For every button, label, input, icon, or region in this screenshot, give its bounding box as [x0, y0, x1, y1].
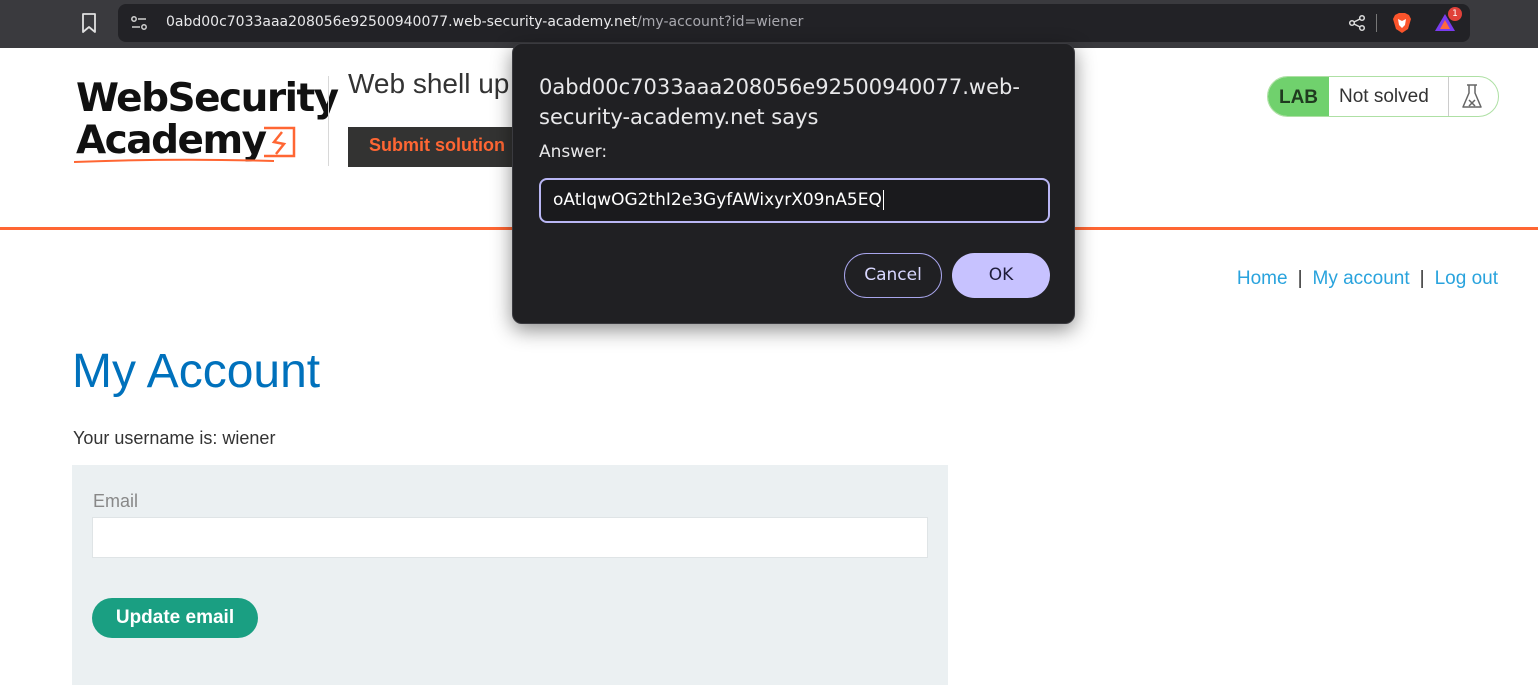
top-nav: Home | My account | Log out: [1237, 268, 1498, 290]
dialog-cancel-button[interactable]: Cancel: [844, 253, 942, 298]
address-bar[interactable]: 0abd00c7033aaa208056e92500940077.web-sec…: [118, 4, 1470, 42]
nav-separator: |: [1419, 268, 1425, 289]
nav-home-link[interactable]: Home: [1237, 268, 1288, 289]
bookmark-icon[interactable]: [80, 12, 98, 34]
dialog-answer-input[interactable]: oAtIqwOG2thI2e3GyfAWixyrX09nA5EQ: [539, 178, 1050, 223]
lab-status-widget: LAB Not solved: [1267, 76, 1499, 117]
brave-shield-icon[interactable]: [1392, 12, 1412, 34]
logo-underline-stroke: [74, 158, 274, 163]
share-icon[interactable]: [1348, 14, 1366, 32]
update-email-button[interactable]: Update email: [92, 598, 258, 638]
url-text[interactable]: 0abd00c7033aaa208056e92500940077.web-sec…: [166, 14, 803, 30]
dialog-answer-value: oAtIqwOG2thI2e3GyfAWixyrX09nA5EQ: [553, 190, 884, 210]
logo-line1: WebSecurity: [76, 76, 339, 121]
rewards-badge: 1: [1448, 7, 1462, 21]
toolbar-separator: [1376, 14, 1377, 32]
header-divider: [328, 76, 329, 166]
nav-separator: |: [1297, 268, 1303, 289]
nav-log-out-link[interactable]: Log out: [1435, 268, 1498, 289]
logo-bolt-icon: [264, 126, 296, 158]
dialog-ok-button[interactable]: OK: [952, 253, 1050, 298]
nav-my-account-link[interactable]: My account: [1313, 268, 1410, 289]
dialog-answer-label: Answer:: [539, 142, 608, 162]
lab-status-separator: [1448, 77, 1449, 116]
dialog-origin-text: 0abd00c7033aaa208056e92500940077.web-sec…: [539, 75, 1020, 129]
email-form: Email Update email: [72, 465, 948, 685]
page-title: My Account: [72, 345, 321, 398]
site-info-icon[interactable]: [130, 14, 148, 32]
web-security-academy-logo[interactable]: WebSecurity Academy: [74, 76, 339, 168]
prompt-dialog: 0abd00c7033aaa208056e92500940077.web-sec…: [512, 43, 1075, 324]
flask-icon: [1462, 84, 1482, 108]
email-label: Email: [93, 491, 139, 511]
email-field[interactable]: [92, 517, 928, 558]
lab-title: Web shell up: [348, 68, 510, 99]
browser-toolbar: 0abd00c7033aaa208056e92500940077.web-sec…: [0, 0, 1538, 48]
lab-tag: LAB: [1268, 77, 1329, 116]
lab-status-text: Not solved: [1339, 86, 1429, 107]
logo-line2: Academy: [76, 118, 267, 163]
username-text: Your username is: wiener: [73, 428, 276, 448]
